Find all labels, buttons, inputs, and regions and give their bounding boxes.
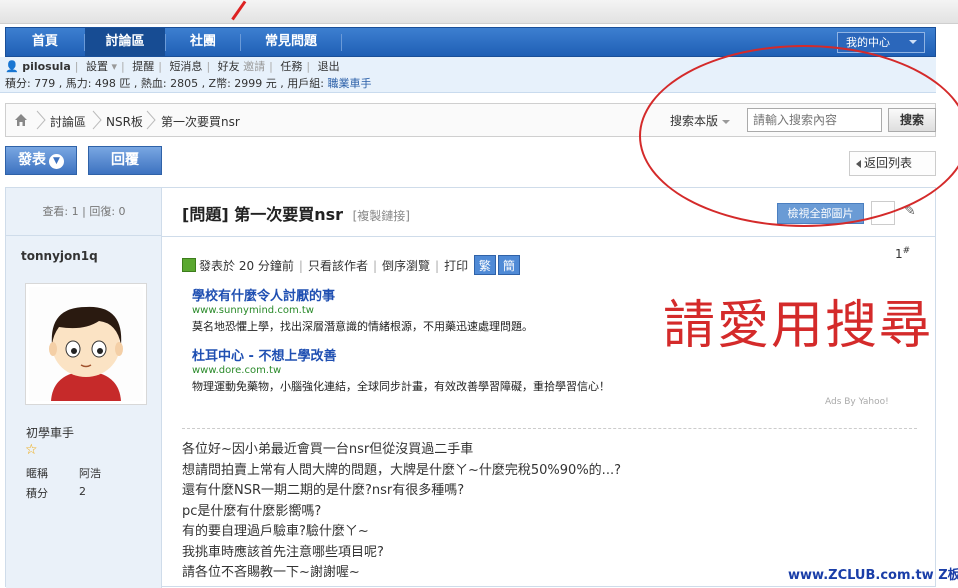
post-floor-number: 1# [895, 246, 910, 261]
new-post-label: 發表 [18, 152, 46, 168]
nav-item-home[interactable]: 首頁 [6, 28, 84, 56]
ad-url[interactable]: www.dore.com.tw [192, 365, 610, 376]
points-row: 積分 2 [26, 485, 86, 501]
points-value: 2 [79, 485, 86, 498]
copy-link[interactable]: [複製鏈接] [353, 209, 410, 223]
thread-stats: 查看: 1 | 回復: 0 [6, 188, 162, 236]
chevron-right-icon [92, 110, 102, 130]
floor-number: 1 [895, 247, 903, 261]
user-group-link[interactable]: 職業車手 [327, 77, 371, 90]
nav-separator [341, 34, 342, 51]
notifications-link[interactable]: 提醒 [132, 60, 154, 73]
star-icon: ☆ [25, 442, 38, 458]
new-post-button[interactable]: 發表 ▼ [5, 146, 77, 175]
body-line: pc是什麼有什麼影嚮嗎? [182, 503, 322, 519]
chevron-down-icon: ▾ [107, 60, 117, 73]
avatar-image [29, 287, 143, 401]
tasks-link[interactable]: 任務 [280, 60, 302, 73]
body-line: 各位好~因小弟最近會買一台nsr但從沒買過二手車 [182, 442, 474, 457]
body-line: 請各位不吝賜教一下~謝謝喔~ [182, 565, 360, 580]
home-icon[interactable] [14, 113, 28, 127]
body-line: 還有什麼NSR一期二期的是什麼?nsr有很多種嗎? [182, 483, 465, 498]
watermark: www.ZCLUB.com.tw Z板 [788, 568, 958, 583]
avatar[interactable] [25, 283, 147, 405]
post-info-bar: 發表於 20 分鐘前 | 只看該作者 | 倒序瀏覽 | 打印 繁簡 [182, 255, 520, 275]
thread-title: [問題] 第一次要買nsr [複製鏈接] [182, 201, 410, 225]
divider [162, 236, 935, 237]
logout-link[interactable]: 退出 [318, 60, 340, 73]
ad-item[interactable]: 杜耳中心 - 不想上學改善 www.dore.com.tw 物理運動免藥物，小腦… [192, 345, 610, 394]
post-main: [問題] 第一次要買nsr [複製鏈接] 檢視全部圖片 ✎ 發表於 20 分鐘前… [162, 188, 935, 588]
breadcrumb-current-thread: 第一次要買nsr [161, 115, 240, 129]
nav-item-forum[interactable]: 討論區 [85, 28, 165, 56]
chevron-right-icon [36, 110, 46, 130]
invite-link[interactable]: 邀請 [243, 60, 265, 73]
ad-title[interactable]: 學校有什麼令人討厭的事 [192, 285, 533, 304]
friends-link[interactable]: 好友 [218, 60, 240, 73]
my-center-label: 我的中心 [846, 36, 890, 49]
body-line: 我挑車時應該首先注意哪些項目呢? [182, 544, 384, 560]
online-status-icon [182, 258, 196, 272]
author-rank: 初學車手 [26, 426, 75, 440]
ad-description: 物理運動免藥物，小腦強化連結，全球同步計畫，有效改善學習障礙，重拾學習信心！ [192, 380, 610, 393]
reply-button[interactable]: 回覆 [88, 146, 162, 175]
only-author-link[interactable]: 只看該作者 [308, 259, 368, 273]
user-stats: 積分: 779 , 馬力: 498 匹 , 熱血: 2805 , Z幣: 299… [5, 77, 324, 90]
nickname-row: 暱稱 阿浩 [26, 465, 101, 481]
nav-item-clubs[interactable]: 社團 [166, 28, 240, 56]
top-strip [0, 0, 958, 24]
chevron-right-icon [146, 110, 156, 130]
simplified-button[interactable]: 簡 [497, 255, 520, 275]
chevron-down-icon: ▼ [49, 154, 64, 169]
chevron-down-icon [909, 40, 917, 44]
divider [182, 428, 917, 429]
body-line: 想請問拍賣上常有人問大牌的問題，大牌是什麼ㄚ~什麼完稅50%90%的...? [182, 462, 621, 478]
annotation-ellipse [639, 45, 958, 227]
ad-title[interactable]: 杜耳中心 - 不想上學改善 [192, 345, 610, 364]
ad-item[interactable]: 學校有什麼令人討厭的事 www.sunnymind.com.tw 莫名地恐懼上學… [192, 285, 533, 334]
post-time: 發表於 20 分鐘前 [199, 259, 294, 273]
ad-description: 莫名地恐懼上學，找出深層潛意識的情緒根源，不用藥迅速處理問題。 [192, 320, 533, 333]
red-stroke-decoration [215, 0, 247, 21]
username-link[interactable]: pilosula [22, 60, 71, 73]
ads-by-label[interactable]: Ads By Yahoo! [825, 397, 889, 407]
author-column: 查看: 1 | 回復: 0 tonnyjon1q 初學車手 ☆ 暱稱 阿浩 積分… [6, 188, 162, 588]
print-link[interactable]: 打印 [444, 259, 468, 273]
settings-link[interactable]: 設置 [86, 60, 108, 73]
body-line: 有的要自理過戶驗車?驗什麼ㄚ~ [182, 524, 369, 539]
nav-item-faq[interactable]: 常見問題 [241, 28, 341, 56]
post-body: 各位好~因小弟最近會買一台nsr但從沒買過二手車 想請問拍賣上常有人問大牌的問題… [182, 440, 621, 584]
floor-mark: # [902, 246, 911, 256]
author-name[interactable]: tonnyjon1q [21, 249, 98, 263]
annotation-text: 請愛用搜尋 [663, 296, 934, 356]
points-label: 積分 [26, 487, 48, 500]
breadcrumb-nsr-board[interactable]: NSR板 [106, 113, 143, 130]
nickname-label: 暱稱 [26, 467, 48, 480]
thread-title-text: [問題] 第一次要買nsr [182, 205, 344, 224]
messages-link[interactable]: 短消息 [169, 60, 202, 73]
post-container: 查看: 1 | 回復: 0 tonnyjon1q 初學車手 ☆ 暱稱 阿浩 積分… [5, 187, 936, 588]
user-icon: 👤 [5, 60, 19, 73]
ad-url[interactable]: www.sunnymind.com.tw [192, 305, 533, 316]
breadcrumb-forum[interactable]: 討論區 [50, 113, 86, 130]
traditional-button[interactable]: 繁 [473, 255, 496, 275]
reverse-order-link[interactable]: 倒序瀏覽 [382, 259, 430, 273]
nickname-value: 阿浩 [79, 467, 101, 480]
